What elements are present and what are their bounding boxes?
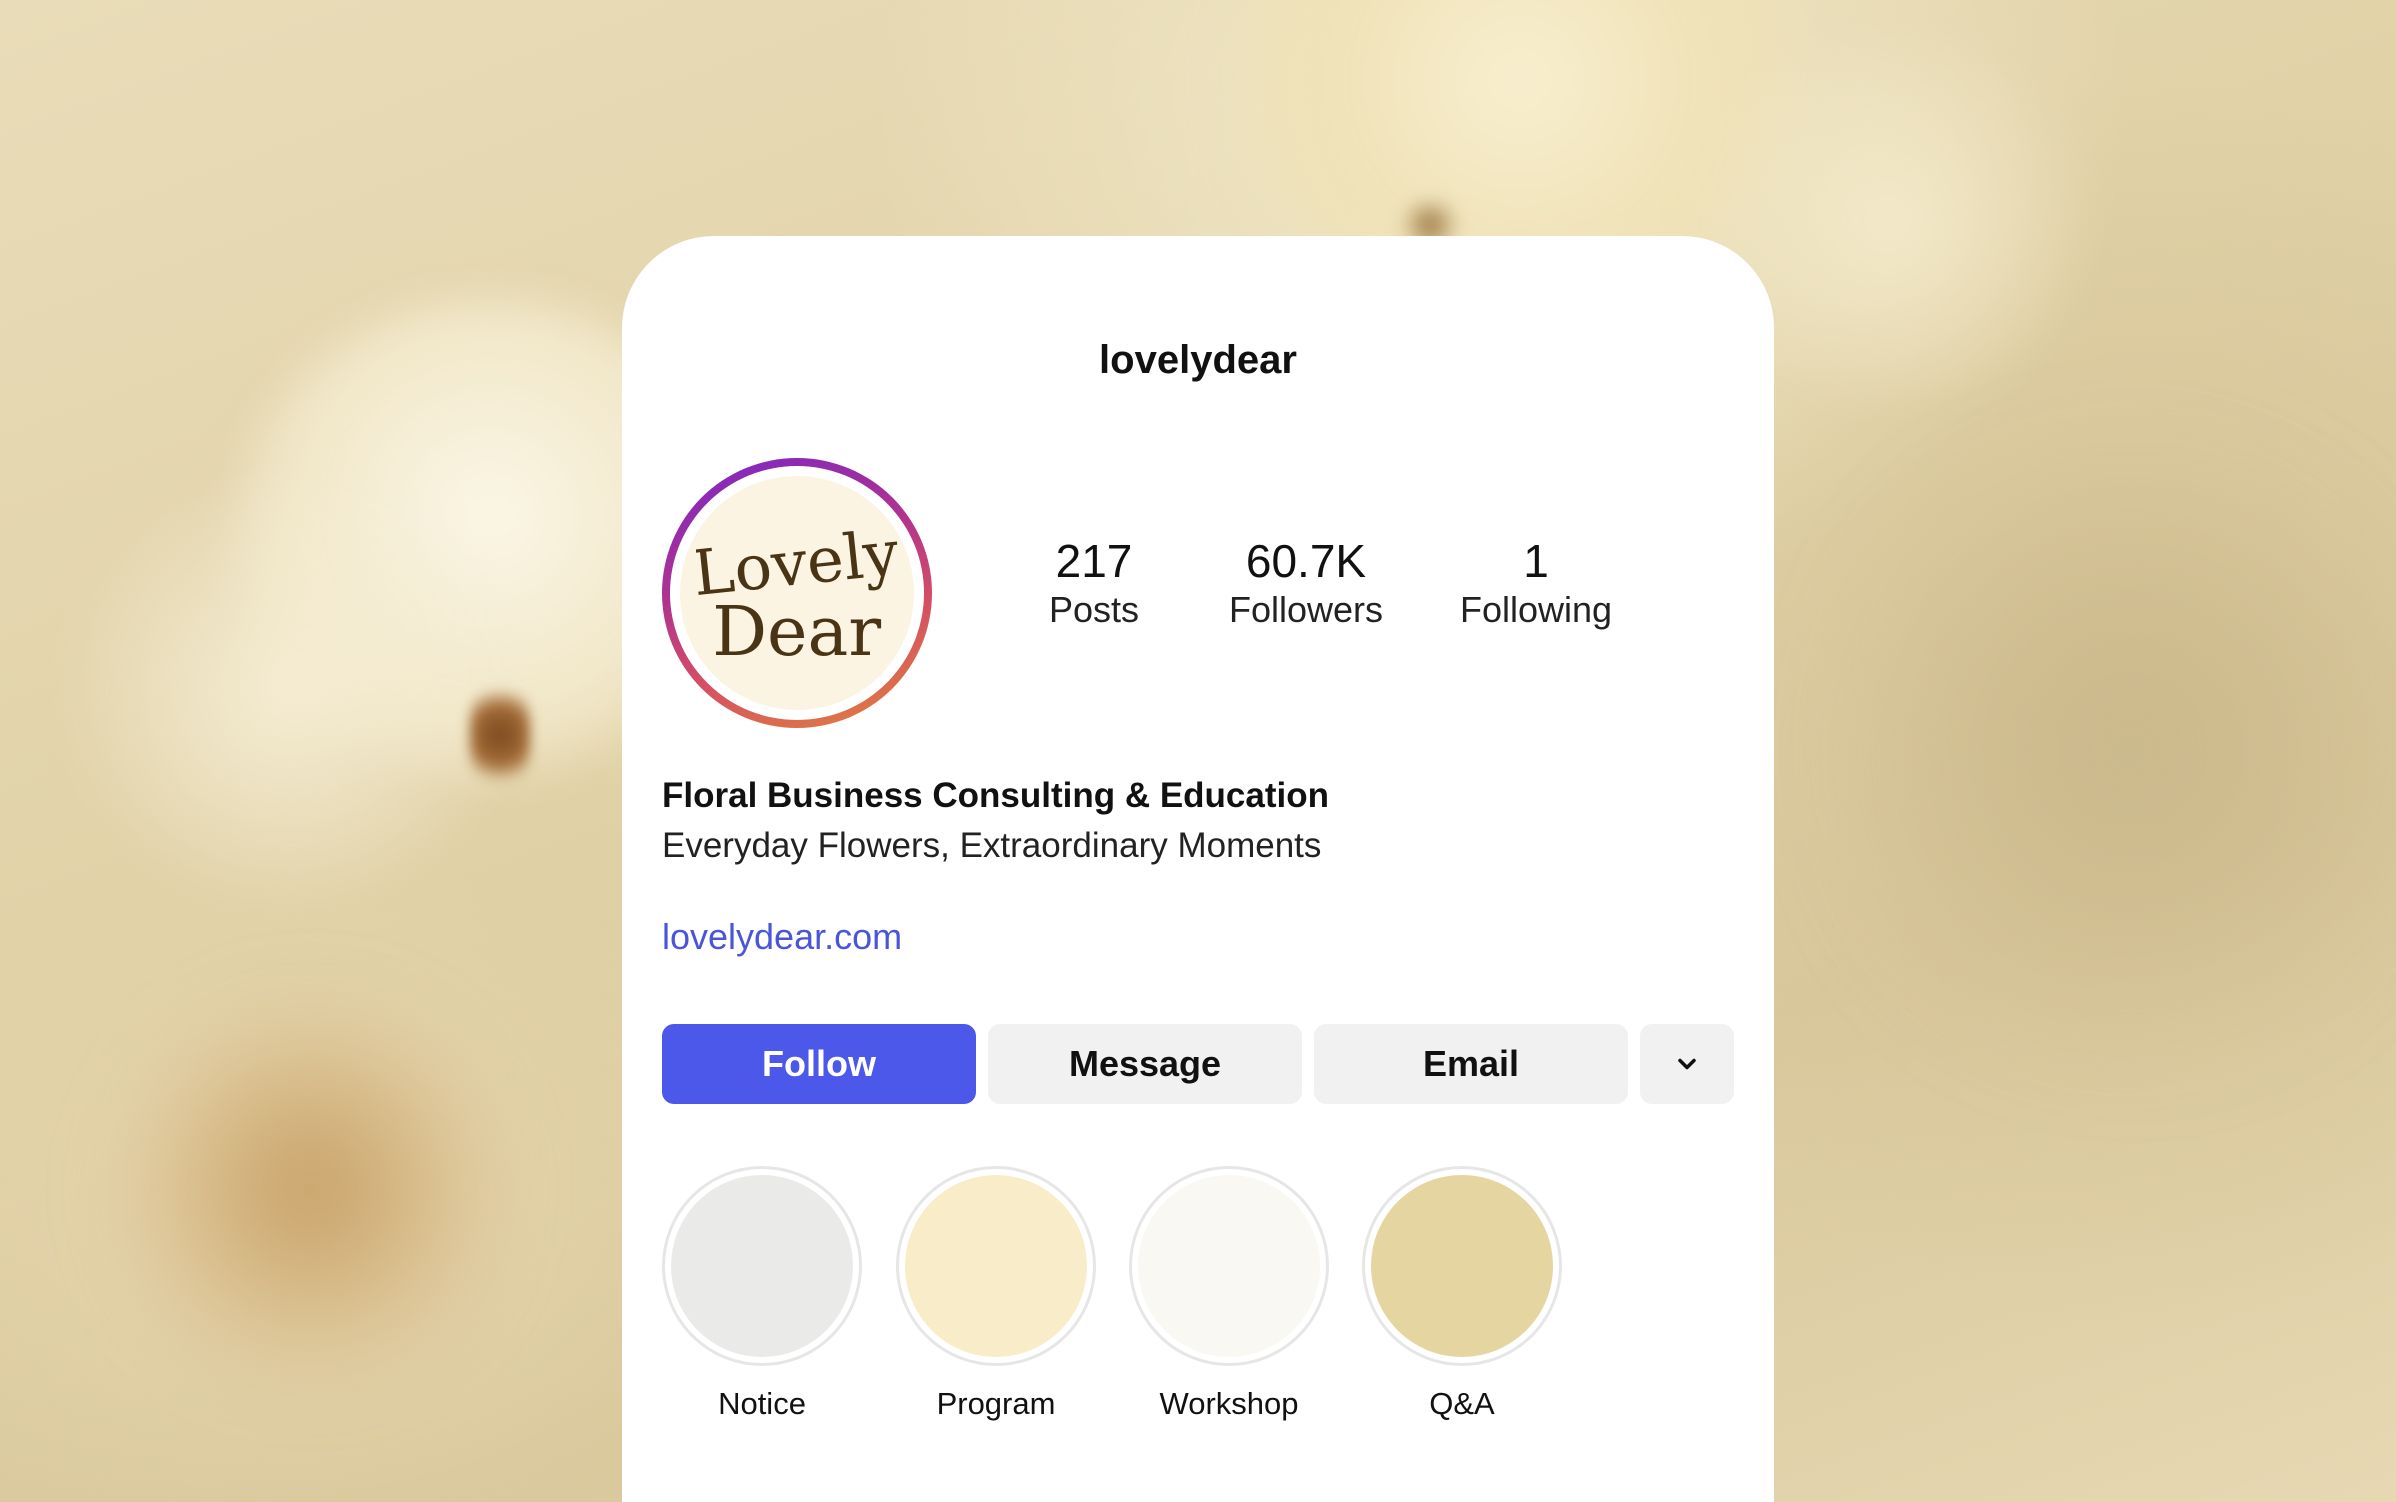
highlight-program[interactable]: Program (896, 1166, 1096, 1422)
email-button[interactable]: Email (1314, 1024, 1628, 1104)
highlight-label: Workshop (1159, 1386, 1299, 1421)
profile-username: lovelydear (1099, 338, 1297, 382)
highlight-label: Notice (718, 1386, 806, 1421)
highlight-label: Program (936, 1386, 1056, 1421)
following-count: 1 (1523, 535, 1549, 587)
posts-count: 217 (1055, 535, 1133, 587)
avatar-text-line2: Dear (713, 593, 882, 672)
bio-website-link[interactable]: lovelydear.com (662, 916, 902, 958)
svg-text:Dear: Dear (713, 593, 882, 672)
profile-card: lovelydear Lovely Dear 217 Posts 60.7K F (622, 236, 1774, 1502)
stat-followers[interactable]: 60.7K Followers (1229, 536, 1383, 631)
stat-posts[interactable]: 217 Posts (1049, 536, 1139, 631)
highlight-notice[interactable]: Notice (662, 1166, 862, 1422)
avatar-story-ring[interactable]: Lovely Dear (662, 458, 932, 728)
lovely-dear-logo: Lovely Dear (696, 516, 897, 672)
story-highlights: Notice Program Workshop Q&A (662, 1166, 1762, 1466)
followers-count: 60.7K (1245, 535, 1367, 587)
chevron-down-icon (1678, 1058, 1696, 1070)
posts-label: Posts (1048, 588, 1140, 630)
more-options-button[interactable] (1640, 1024, 1734, 1104)
bio-title: Floral Business Consulting & Education (662, 776, 1329, 815)
stat-following[interactable]: 1 Following (1460, 536, 1612, 631)
avatar: Lovely Dear (680, 476, 914, 710)
highlight-cover (1362, 1166, 1562, 1366)
followers-label: Followers (1228, 588, 1384, 630)
message-button[interactable]: Message (988, 1024, 1302, 1104)
highlight-label: Q&A (1429, 1386, 1495, 1421)
profile-actions: Follow Message Email (662, 1024, 1734, 1104)
follow-button[interactable]: Follow (662, 1024, 976, 1104)
highlight-workshop[interactable]: Workshop (1129, 1166, 1329, 1422)
highlight-cover (896, 1166, 1096, 1366)
highlight-cover (1129, 1166, 1329, 1366)
bio-tagline: Everyday Flowers, Extraordinary Moments (662, 826, 1322, 865)
following-label: Following (1459, 588, 1613, 630)
highlight-qa[interactable]: Q&A (1362, 1166, 1562, 1422)
highlight-cover (662, 1166, 862, 1366)
